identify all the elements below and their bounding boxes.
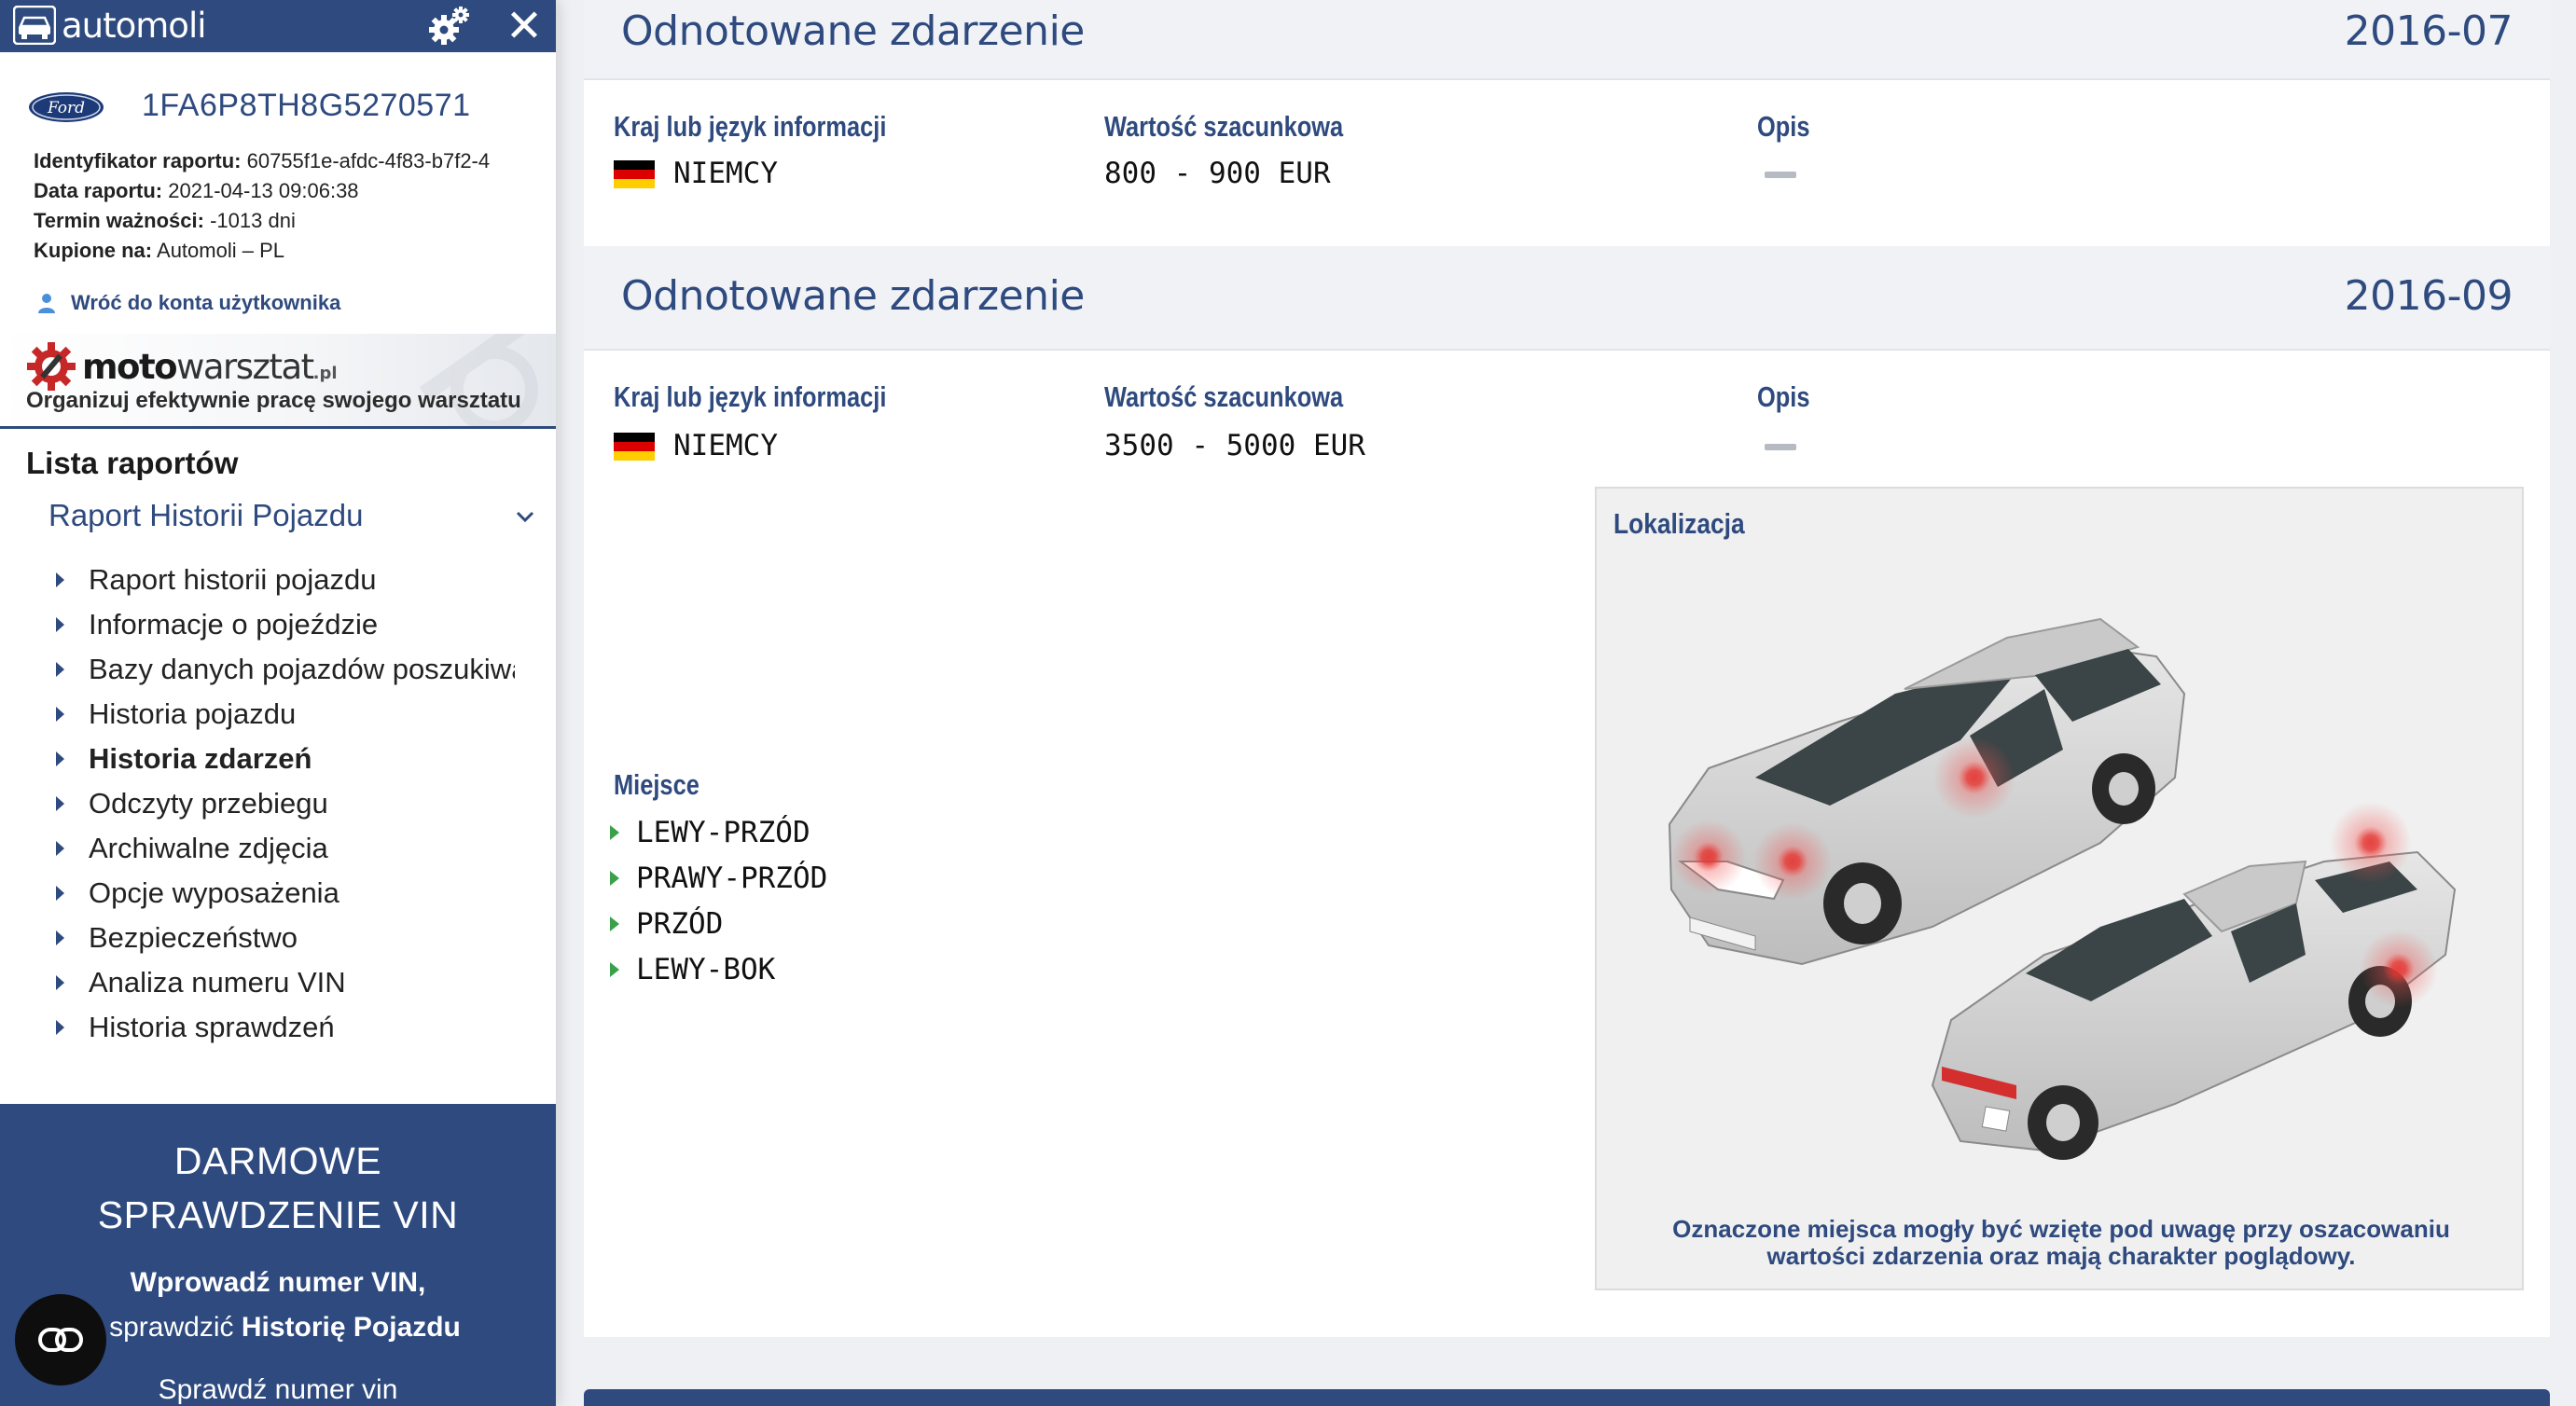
next-section-bar bbox=[584, 1389, 2550, 1406]
settings-gears-icon[interactable] bbox=[425, 4, 472, 48]
chevron-down-icon bbox=[516, 511, 534, 523]
report-meta: Identyfikator raportu: 60755f1e-afdc-4f8… bbox=[34, 146, 537, 266]
accessibility-widget-button[interactable] bbox=[15, 1294, 106, 1385]
report-bought-line: Kupione na: Automoli – PL bbox=[34, 239, 284, 262]
caret-right-icon bbox=[56, 1020, 64, 1035]
caret-right-icon bbox=[56, 841, 64, 856]
event-card-header: Odnotowane zdarzenie 2016-09 bbox=[584, 246, 2550, 351]
car-damage-diagram bbox=[1668, 617, 2457, 1160]
report-section-toggle[interactable]: Raport Historii Pojazdu bbox=[48, 498, 543, 541]
report-list-title: Lista raportów bbox=[26, 446, 239, 480]
cta-heading: DARMOWE SPRAWDZENIE VIN bbox=[97, 1139, 459, 1236]
caret-right-icon bbox=[56, 572, 64, 587]
triangle-right-icon bbox=[610, 916, 619, 931]
motowarsztat-gear-icon bbox=[27, 342, 76, 391]
caret-right-icon bbox=[56, 751, 64, 766]
estimated-value: 800 - 900 EUR bbox=[1104, 157, 1331, 190]
nav-item-historia-sprawdzen[interactable]: Historia sprawdzeń bbox=[48, 1005, 515, 1050]
report-nav: Raport historii pojazdu Informacje o poj… bbox=[48, 558, 515, 1050]
nav-item-informacje[interactable]: Informacje o pojeździe bbox=[48, 602, 515, 647]
nav-item-archiwalne-zdjecia[interactable]: Archiwalne zdjęcia bbox=[48, 826, 515, 871]
gear-decoration-icon bbox=[419, 334, 544, 426]
car-front-view bbox=[1668, 617, 2186, 966]
event-date: 2016-07 bbox=[2344, 7, 2514, 55]
value-label: Wartość szacunkowa bbox=[1104, 380, 1344, 413]
caret-right-icon bbox=[56, 975, 64, 990]
country-label: Kraj lub język informacji bbox=[614, 380, 887, 413]
caret-right-icon bbox=[56, 930, 64, 945]
event-card-header: Odnotowane zdarzenie 2016-07 bbox=[584, 0, 2550, 80]
list-item: LEWY-PRZÓD bbox=[584, 809, 827, 855]
list-item: PRZÓD bbox=[584, 901, 827, 946]
place-label: Miejsce bbox=[614, 768, 699, 801]
list-item: LEWY-BOK bbox=[584, 946, 827, 992]
motowarsztat-banner[interactable]: motowarsztat.pl Organizuj efektywnie pra… bbox=[0, 334, 556, 429]
nav-item-historia-zdarzen[interactable]: Historia zdarzeń bbox=[48, 737, 515, 781]
location-disclaimer: Oznaczone miejsca mogły być wzięte pod u… bbox=[1672, 1215, 2450, 1270]
country-value: NIEMCY bbox=[673, 157, 778, 190]
germany-flag-icon bbox=[614, 160, 655, 188]
description-label: Opis bbox=[1757, 110, 1810, 143]
caret-right-icon bbox=[56, 707, 64, 722]
country-value: NIEMCY bbox=[673, 429, 778, 462]
damage-location-box: Lokalizacja Oznaczone miejsca mogły być … bbox=[1595, 487, 2524, 1290]
event-title: Odnotowane zdarzenie bbox=[621, 7, 1085, 55]
event-date: 2016-09 bbox=[2344, 272, 2514, 320]
event-card-2: Odnotowane zdarzenie 2016-09 Kraj lub ję… bbox=[584, 246, 2550, 1337]
damage-places-list: LEWY-PRZÓD PRAWY-PRZÓD PRZÓD LEWY-BOK bbox=[584, 809, 827, 992]
nav-item-historia-pojazdu[interactable]: Historia pojazdu bbox=[48, 692, 515, 737]
back-to-account-link[interactable]: Wróć do konta użytkownika bbox=[37, 287, 340, 319]
report-date-line: Data raportu: 2021-04-13 09:06:38 bbox=[34, 179, 359, 202]
triangle-right-icon bbox=[610, 824, 619, 840]
caret-right-icon bbox=[56, 662, 64, 677]
svg-text:Ford: Ford bbox=[47, 99, 85, 117]
link-chain-icon bbox=[38, 1328, 83, 1352]
car-logo-icon bbox=[13, 6, 56, 45]
nav-item-opcje-wyposazenia[interactable]: Opcje wyposażenia bbox=[48, 871, 515, 916]
sidebar-topbar: automoli ✕ bbox=[0, 0, 556, 52]
vehicle-header: Ford 1FA6P8TH8G5270571 bbox=[0, 75, 556, 140]
caret-right-icon bbox=[56, 617, 64, 632]
caret-right-icon bbox=[56, 886, 64, 901]
report-id-line: Identyfikator raportu: 60755f1e-afdc-4f8… bbox=[34, 149, 491, 172]
ford-logo-icon: Ford bbox=[29, 92, 104, 122]
location-title: Lokalizacja bbox=[1613, 507, 1745, 540]
nav-item-bezpieczenstwo[interactable]: Bezpieczeństwo bbox=[48, 916, 515, 960]
close-icon[interactable]: ✕ bbox=[500, 2, 548, 50]
triangle-right-icon bbox=[610, 870, 619, 886]
app-brand[interactable]: automoli bbox=[62, 6, 207, 46]
germany-flag-icon bbox=[614, 433, 655, 461]
nav-item-odczyty-przebiegu[interactable]: Odczyty przebiegu bbox=[48, 781, 515, 826]
report-validity-line: Termin ważności: -1013 dni bbox=[34, 209, 296, 232]
estimated-value: 3500 - 5000 EUR bbox=[1104, 429, 1365, 462]
country-label: Kraj lub język informacji bbox=[614, 110, 887, 143]
sidebar: automoli ✕ Ford 1FA6P8TH8G5270571 Identy… bbox=[0, 0, 556, 1406]
triangle-right-icon bbox=[610, 961, 619, 977]
nav-item-analiza-vin[interactable]: Analiza numeru VIN bbox=[48, 960, 515, 1005]
description-empty-dash bbox=[1765, 172, 1796, 178]
motowarsztat-tagline: Organizuj efektywnie pracę swojego warsz… bbox=[26, 388, 521, 413]
value-label: Wartość szacunkowa bbox=[1104, 110, 1344, 143]
list-item: PRAWY-PRZÓD bbox=[584, 855, 827, 901]
event-title: Odnotowane zdarzenie bbox=[621, 272, 1085, 320]
caret-right-icon bbox=[56, 796, 64, 811]
motowarsztat-name: motowarsztat.pl bbox=[82, 347, 338, 387]
description-empty-dash bbox=[1765, 444, 1796, 450]
vin-number: 1FA6P8TH8G5270571 bbox=[142, 88, 471, 123]
description-label: Opis bbox=[1757, 380, 1810, 413]
nav-item-bazy-danych[interactable]: Bazy danych pojazdów poszukiwanych bbox=[48, 647, 515, 692]
nav-item-raport-historii[interactable]: Raport historii pojazdu bbox=[48, 558, 515, 602]
event-card-1: Odnotowane zdarzenie 2016-07 Kraj lub ję… bbox=[584, 0, 2550, 246]
user-icon bbox=[38, 294, 55, 313]
